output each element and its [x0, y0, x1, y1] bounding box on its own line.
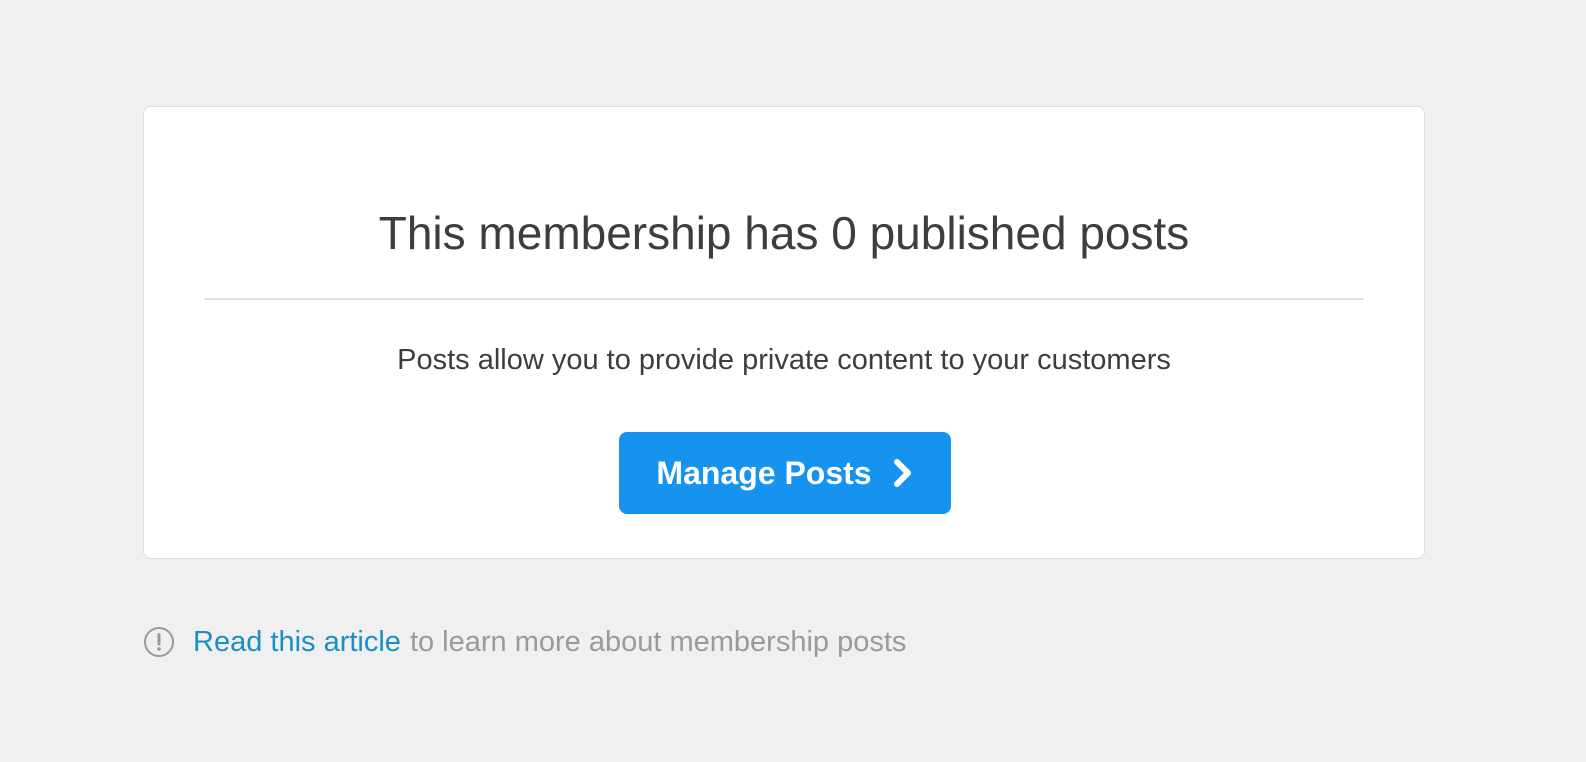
help-note: Read this article to learn more about me…	[143, 624, 906, 660]
manage-posts-button[interactable]: Manage Posts	[619, 432, 951, 514]
manage-posts-label: Manage Posts	[656, 454, 872, 491]
help-note-text: to learn more about membership posts	[409, 626, 907, 658]
chevron-right-icon	[893, 459, 911, 487]
card-title: This membership has 0 published posts	[378, 207, 1190, 259]
read-article-link[interactable]: Read this article	[193, 624, 401, 660]
card-description: Posts allow you to provide private conte…	[397, 344, 1171, 376]
posts-summary-card: This membership has 0 published posts Po…	[143, 106, 1425, 559]
divider	[204, 298, 1364, 300]
info-icon	[144, 627, 174, 657]
